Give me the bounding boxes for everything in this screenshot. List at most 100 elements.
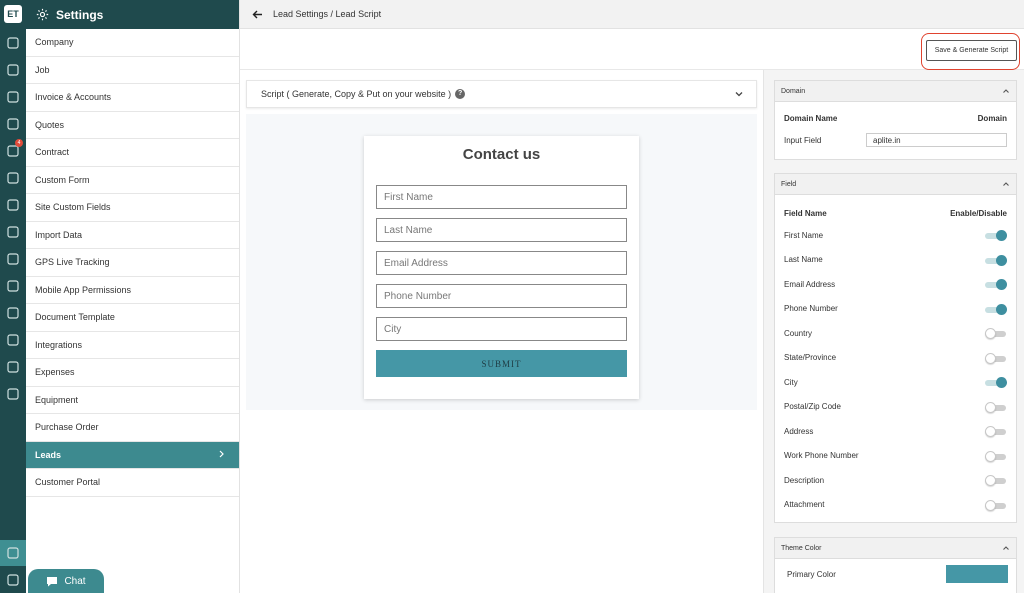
sidebar-item[interactable]: Job <box>26 57 239 84</box>
field-name-label: City <box>784 377 798 387</box>
field-enable-toggle[interactable] <box>985 377 1007 389</box>
chevron-up-icon[interactable] <box>1002 87 1010 95</box>
sidebar-item-label: Site Custom Fields <box>35 202 111 213</box>
app-logo[interactable]: ET <box>4 5 22 23</box>
chevron-down-icon[interactable] <box>734 89 744 99</box>
settings-doc-icon[interactable] <box>5 545 21 561</box>
field-header-row: Field Name Enable/Disable <box>775 203 1016 223</box>
sidebar-item[interactable]: Contract <box>26 139 239 167</box>
breadcrumb: Lead Settings / Lead Script <box>273 9 382 19</box>
tools-icon[interactable] <box>5 305 21 321</box>
spreadsheet-icon[interactable] <box>5 359 21 375</box>
theme-card-header[interactable]: Theme Color <box>775 538 1016 559</box>
person-icon[interactable] <box>5 170 21 186</box>
sidebar-item[interactable]: Invoice & Accounts <box>26 84 239 112</box>
notification-badge: 4 <box>15 139 23 147</box>
field-enable-toggle[interactable] <box>985 352 1007 364</box>
sidebar-item[interactable]: Leads <box>26 441 239 469</box>
sidebar-item[interactable]: Company <box>26 29 239 57</box>
sidebar-item-label: Job <box>35 64 50 75</box>
field-enable-toggle[interactable] <box>985 328 1007 340</box>
sidebar-item[interactable]: Integrations <box>26 332 239 359</box>
sidebar-item[interactable]: Quotes <box>26 112 239 139</box>
dollar-icon[interactable] <box>5 197 21 213</box>
field-enable-toggle[interactable] <box>985 254 1007 266</box>
calendar-icon[interactable] <box>5 89 21 105</box>
field-name-label: Email Address <box>784 279 836 289</box>
form-field-preview[interactable]: Last Name <box>376 218 627 242</box>
field-enable-toggle[interactable] <box>985 279 1007 291</box>
theme-card: Theme Color Primary Color <box>774 537 1017 593</box>
field-enable-toggle[interactable] <box>985 499 1007 511</box>
sidebar-item-label: Purchase Order <box>35 422 99 433</box>
logout-icon[interactable] <box>5 572 21 588</box>
bar-chart-icon[interactable] <box>5 386 21 402</box>
save-generate-script-button[interactable]: Save & Generate Script <box>926 40 1017 61</box>
help-icon[interactable]: ? <box>455 89 466 99</box>
field-card-header[interactable]: Field <box>775 174 1016 195</box>
sidebar-item-label: Custom Form <box>35 174 90 185</box>
field-toggle-row: Address <box>775 419 1016 444</box>
field-enable-toggle[interactable] <box>985 230 1007 242</box>
sidebar-item-label: Equipment <box>35 394 79 405</box>
sidebar-item-label: Mobile App Permissions <box>35 284 132 295</box>
sidebar-item[interactable]: Expenses <box>26 359 239 387</box>
domain-card-title: Domain <box>781 87 806 95</box>
field-enable-toggle[interactable] <box>985 401 1007 413</box>
form-field-preview[interactable]: Email Address <box>376 251 627 275</box>
accordion-label: Script ( Generate, Copy & Put on your we… <box>261 89 452 99</box>
sidebar-item[interactable]: Equipment <box>26 387 239 414</box>
handshake-icon[interactable] <box>5 251 21 267</box>
script-accordion[interactable]: Script ( Generate, Copy & Put on your we… <box>246 80 757 108</box>
field-toggle-row: Last Name <box>775 248 1016 273</box>
field-enable-toggle[interactable] <box>985 475 1007 487</box>
field-enable-toggle[interactable] <box>985 426 1007 438</box>
field-name-label: Attachment <box>784 500 825 510</box>
sidebar-item[interactable]: Import Data <box>26 222 239 249</box>
sidebar-item-label: Leads <box>35 449 62 460</box>
domain-header-row: Domain Name Domain <box>775 107 1016 129</box>
domain-input[interactable]: aplite.in <box>866 133 1007 147</box>
domain-name-heading: Domain Name <box>784 113 838 123</box>
chat-button[interactable]: Chat <box>28 569 104 593</box>
sidebar-item[interactable]: Document Template <box>26 304 239 332</box>
domain-card-header[interactable]: Domain <box>775 81 1016 102</box>
enable-disable-heading: Enable/Disable <box>950 208 1007 218</box>
sidebar-item[interactable]: Purchase Order <box>26 414 239 442</box>
thumbs-up-icon[interactable] <box>5 332 21 348</box>
chevron-up-icon[interactable] <box>1002 180 1010 188</box>
right-panel: Domain Domain Name Domain Input Field ap… <box>764 70 1024 593</box>
form-field-preview[interactable]: First Name <box>376 185 627 209</box>
sidebar-item[interactable]: Custom Form <box>26 167 239 194</box>
navigation-icon[interactable] <box>5 62 21 78</box>
document-list-icon[interactable] <box>5 224 21 240</box>
input-field-label: Input Field <box>784 135 822 145</box>
field-toggle-row: Attachment <box>775 493 1016 518</box>
sidebar-item[interactable]: Site Custom Fields <box>26 194 239 222</box>
user-search-icon[interactable] <box>5 116 21 132</box>
field-enable-toggle[interactable] <box>985 303 1007 315</box>
form-field-preview[interactable]: City <box>376 317 627 341</box>
field-toggle-row: Postal/Zip Code <box>775 395 1016 420</box>
sidebar-item[interactable]: Customer Portal <box>26 469 239 497</box>
sidebar-item-label: Quotes <box>35 119 65 130</box>
dashboard-icon[interactable] <box>5 35 21 51</box>
chevron-up-icon[interactable] <box>1002 544 1010 552</box>
action-bar <box>240 29 1024 70</box>
form-field-preview[interactable]: Phone Number <box>376 284 627 308</box>
field-name-label: Postal/Zip Code <box>784 402 841 412</box>
sidebar-item[interactable]: Mobile App Permissions <box>26 277 239 304</box>
sidebar-item[interactable]: GPS Live Tracking <box>26 249 239 277</box>
sidebar-item-label: Expenses <box>35 367 75 378</box>
primary-color-swatch[interactable] <box>946 565 1008 583</box>
field-enable-toggle[interactable] <box>985 450 1007 462</box>
field-toggle-row: First Name <box>775 223 1016 248</box>
gear-icon <box>36 8 49 21</box>
settings-sidebar: Settings Company Job Invoice & Accounts Quo… <box>26 0 240 593</box>
field-toggle-row: Email Address <box>775 272 1016 297</box>
submit-button[interactable]: SUBMIT <box>376 350 627 377</box>
field-name-label: Last Name <box>784 255 823 265</box>
back-arrow-icon[interactable] <box>252 9 263 20</box>
sidebar-item-label: Document Template <box>35 312 115 323</box>
team-icon[interactable] <box>5 278 21 294</box>
